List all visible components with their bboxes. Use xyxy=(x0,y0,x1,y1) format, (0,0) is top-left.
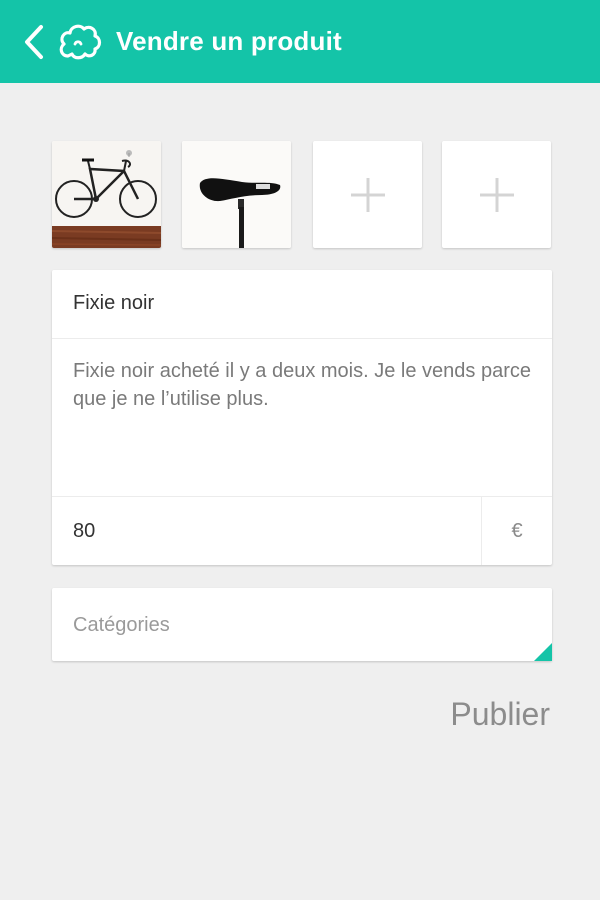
plus-icon xyxy=(479,177,514,212)
saddle-photo xyxy=(182,141,291,248)
add-photo-button[interactable] xyxy=(442,141,551,248)
app-bar: Vendre un produit xyxy=(0,0,600,83)
currency-label: € xyxy=(511,519,523,542)
bicycle-photo xyxy=(52,141,161,248)
add-photo-button[interactable] xyxy=(313,141,422,248)
price-field[interactable]: 80 xyxy=(52,497,482,565)
photo-grid xyxy=(52,141,552,249)
back-button[interactable] xyxy=(14,0,54,83)
dropdown-corner-icon xyxy=(534,643,552,661)
photo-slot-bicycle[interactable] xyxy=(52,141,161,248)
plus-icon xyxy=(350,177,385,212)
product-description-field[interactable]: Fixie noir acheté il y a deux mois. Je l… xyxy=(52,339,552,497)
categories-dropdown[interactable]: Catégories xyxy=(52,588,552,661)
photo-slot-saddle[interactable] xyxy=(182,141,291,248)
app-logo xyxy=(56,18,104,66)
chevron-left-icon xyxy=(25,24,43,59)
page-title: Vendre un produit xyxy=(116,26,342,56)
categories-placeholder: Catégories xyxy=(73,614,170,636)
product-form-card: Fixie noir Fixie noir acheté il y a deux… xyxy=(52,270,552,565)
publish-button[interactable]: Publier xyxy=(450,696,550,733)
cloud-logo-icon xyxy=(59,24,102,59)
product-title-field[interactable]: Fixie noir xyxy=(52,270,552,339)
